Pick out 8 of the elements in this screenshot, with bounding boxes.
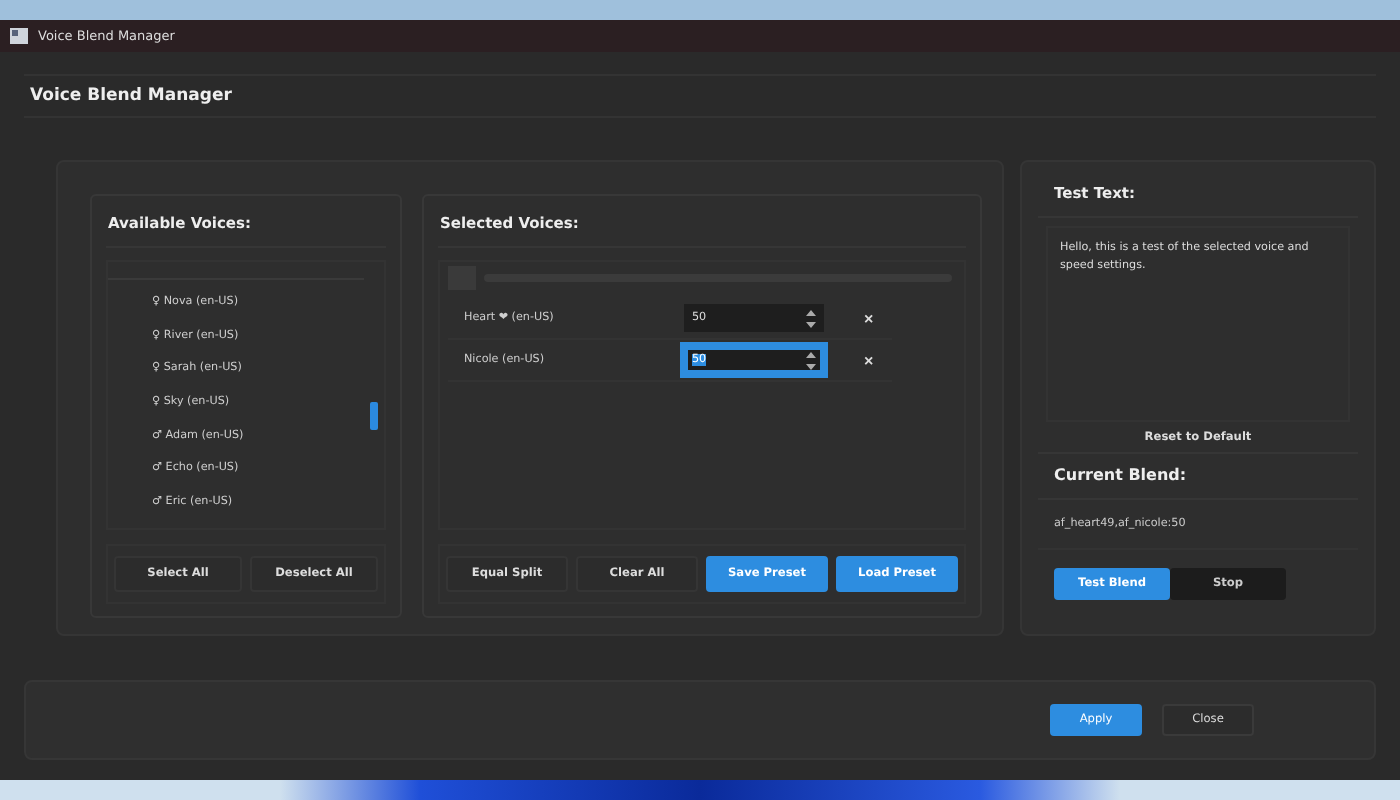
scrollbar-thumb[interactable] [370, 402, 378, 430]
remove-button[interactable]: × [860, 309, 878, 327]
remove-button[interactable]: × [860, 351, 878, 369]
spin-arrows-icon [806, 309, 816, 327]
section-title: Current Blend: [1038, 454, 1358, 500]
app-icon [10, 28, 28, 44]
app-title: Voice Blend Manager [30, 86, 232, 106]
spin-arrows-icon [806, 351, 816, 369]
